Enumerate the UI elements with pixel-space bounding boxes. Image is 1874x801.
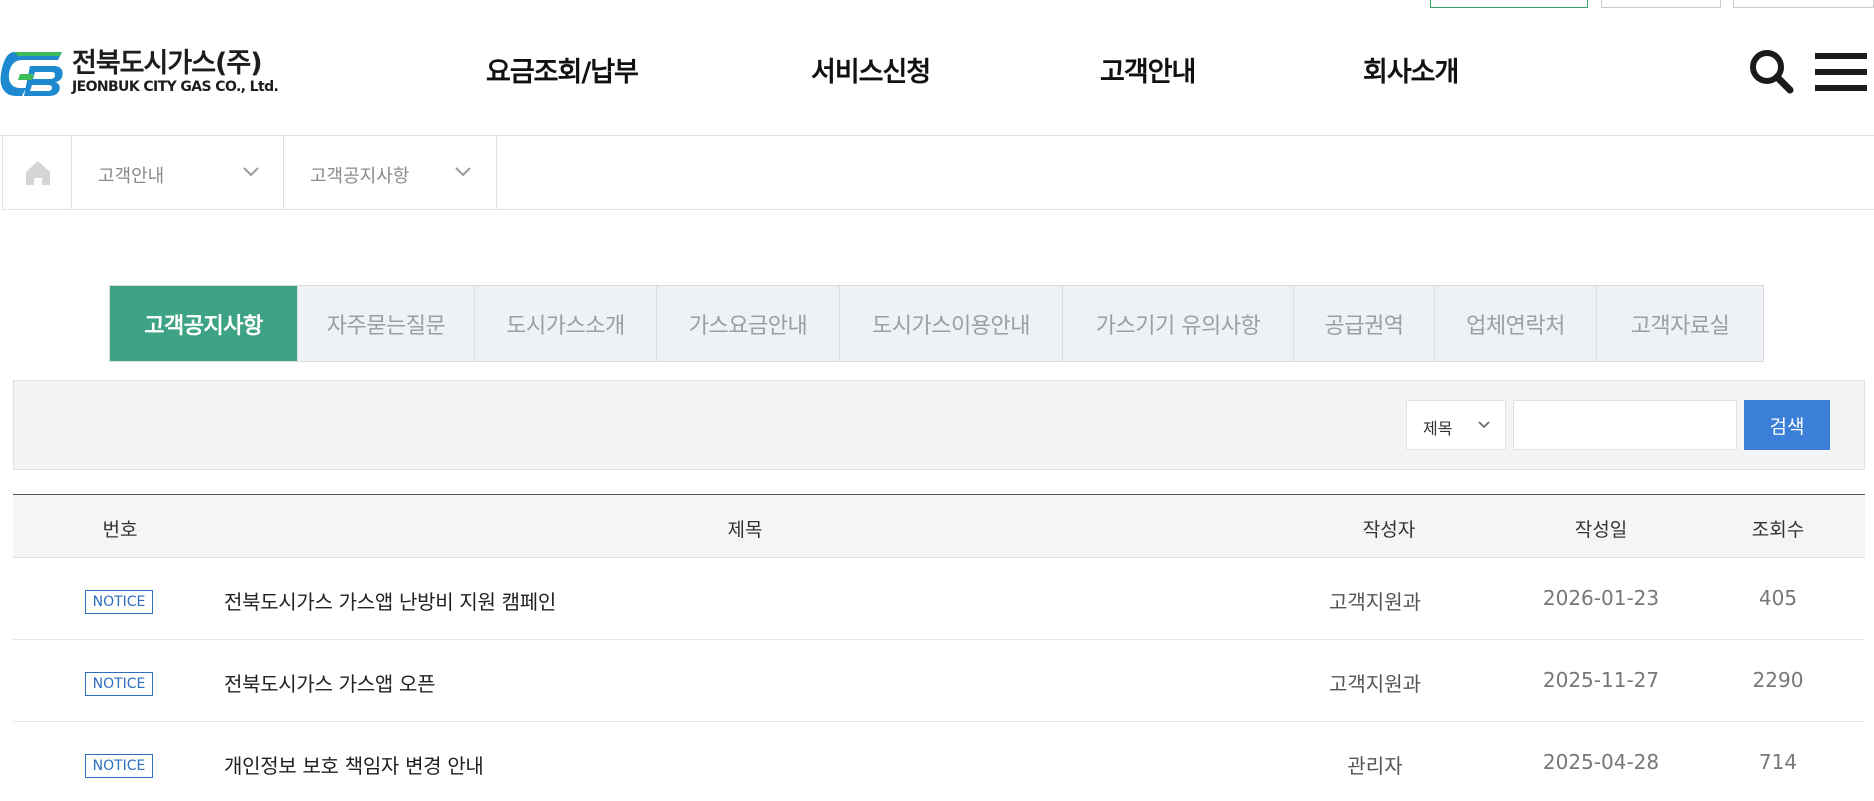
breadcrumb-dropdown-depth1[interactable]: 고객안내 [72, 136, 284, 210]
notice-board-table: 번호 제목 작성자 작성일 조회수 NOTICE 전북도시가스 가스앱 난방비 … [13, 494, 1865, 801]
post-subject-link[interactable]: 전북도시가스 가스앱 난방비 지원 캠페인 [224, 586, 556, 615]
post-views: 2290 [1752, 668, 1804, 692]
tab-contractor-contacts[interactable]: 업체연락처 [1435, 286, 1597, 361]
tab-appliance-cautions[interactable]: 가스기기 유의사항 [1063, 286, 1294, 361]
breadcrumb: 고객안내 고객공지사항 [2, 136, 1874, 210]
logo-mark-icon [0, 46, 66, 98]
post-views: 405 [1758, 586, 1798, 610]
notice-badge: NOTICE [85, 754, 153, 778]
column-header-author: 작성자 [1362, 519, 1416, 541]
table-header: 번호 제목 작성자 작성일 조회수 [13, 494, 1865, 558]
logo-english-name: JEONBUK CITY GAS CO., Ltd. [72, 79, 279, 95]
post-subject-link[interactable]: 개인정보 보호 책임자 변경 안내 [224, 750, 484, 779]
table-row[interactable]: NOTICE 개인정보 보호 책임자 변경 안내 관리자 2025-04-28 … [13, 722, 1865, 801]
post-date: 2025-04-28 [1542, 750, 1660, 774]
tab-usage-guide[interactable]: 도시가스이용안내 [840, 286, 1063, 361]
column-header-subject: 제목 [727, 519, 763, 541]
post-views: 714 [1758, 750, 1798, 774]
search-icon[interactable] [1748, 48, 1794, 94]
post-date: 2025-11-27 [1542, 668, 1660, 692]
search-field-selected-label: 제목 [1423, 419, 1453, 438]
column-header-views: 조회수 [1751, 519, 1805, 541]
post-date: 2026-01-23 [1542, 586, 1660, 610]
sub-menu-tabs: 고객공지사항 자주묻는질문 도시가스소개 가스요금안내 도시가스이용안내 가스기… [109, 285, 1764, 362]
chevron-down-icon [1478, 421, 1490, 429]
table-row[interactable]: NOTICE 전북도시가스 가스앱 난방비 지원 캠페인 고객지원과 2026-… [13, 558, 1865, 640]
tab-customer-archive[interactable]: 고객자료실 [1597, 286, 1763, 361]
tab-customer-notice[interactable]: 고객공지사항 [110, 286, 298, 361]
tab-faq[interactable]: 자주묻는질문 [298, 286, 475, 361]
search-button[interactable]: 검색 [1744, 400, 1830, 450]
home-icon[interactable] [2, 136, 72, 210]
chevron-down-icon [243, 167, 259, 177]
tab-supply-area[interactable]: 공급권역 [1294, 286, 1435, 361]
site-header: 전북도시가스(주) JEONBUK CITY GAS CO., Ltd. 요금조… [0, 0, 1874, 136]
post-author: 고객지원과 [1329, 590, 1421, 614]
search-keyword-input[interactable] [1513, 400, 1737, 450]
post-subject-link[interactable]: 전북도시가스 가스앱 오픈 [224, 668, 436, 697]
gnb-item-company[interactable]: 회사소개 [1363, 50, 1459, 89]
tab-city-gas-intro[interactable]: 도시가스소개 [475, 286, 657, 361]
site-logo[interactable]: 전북도시가스(주) JEONBUK CITY GAS CO., Ltd. [0, 46, 280, 98]
hamburger-menu-icon[interactable] [1815, 50, 1867, 94]
search-field-select[interactable]: 제목 [1406, 400, 1506, 450]
gnb-item-customer-guide[interactable]: 고객안내 [1100, 50, 1196, 89]
logo-korean-name: 전북도시가스(주) [72, 48, 263, 79]
column-header-number: 번호 [102, 519, 138, 541]
breadcrumb-label: 고객안내 [98, 166, 165, 187]
tab-gas-rates[interactable]: 가스요금안내 [657, 286, 840, 361]
notice-badge: NOTICE [85, 672, 153, 696]
board-search-area: 제목 검색 [13, 380, 1865, 470]
breadcrumb-dropdown-depth2[interactable]: 고객공지사항 [284, 136, 497, 210]
post-author: 관리자 [1347, 754, 1403, 778]
table-row[interactable]: NOTICE 전북도시가스 가스앱 오픈 고객지원과 2025-11-27 22… [13, 640, 1865, 722]
chevron-down-icon [455, 167, 471, 177]
gnb-item-service-request[interactable]: 서비스신청 [811, 50, 931, 89]
gnb-item-billing[interactable]: 요금조회/납부 [486, 50, 639, 89]
breadcrumb-label: 고객공지사항 [310, 166, 410, 187]
post-author: 고객지원과 [1329, 672, 1421, 696]
notice-badge: NOTICE [85, 590, 153, 614]
column-header-date: 작성일 [1574, 519, 1628, 541]
